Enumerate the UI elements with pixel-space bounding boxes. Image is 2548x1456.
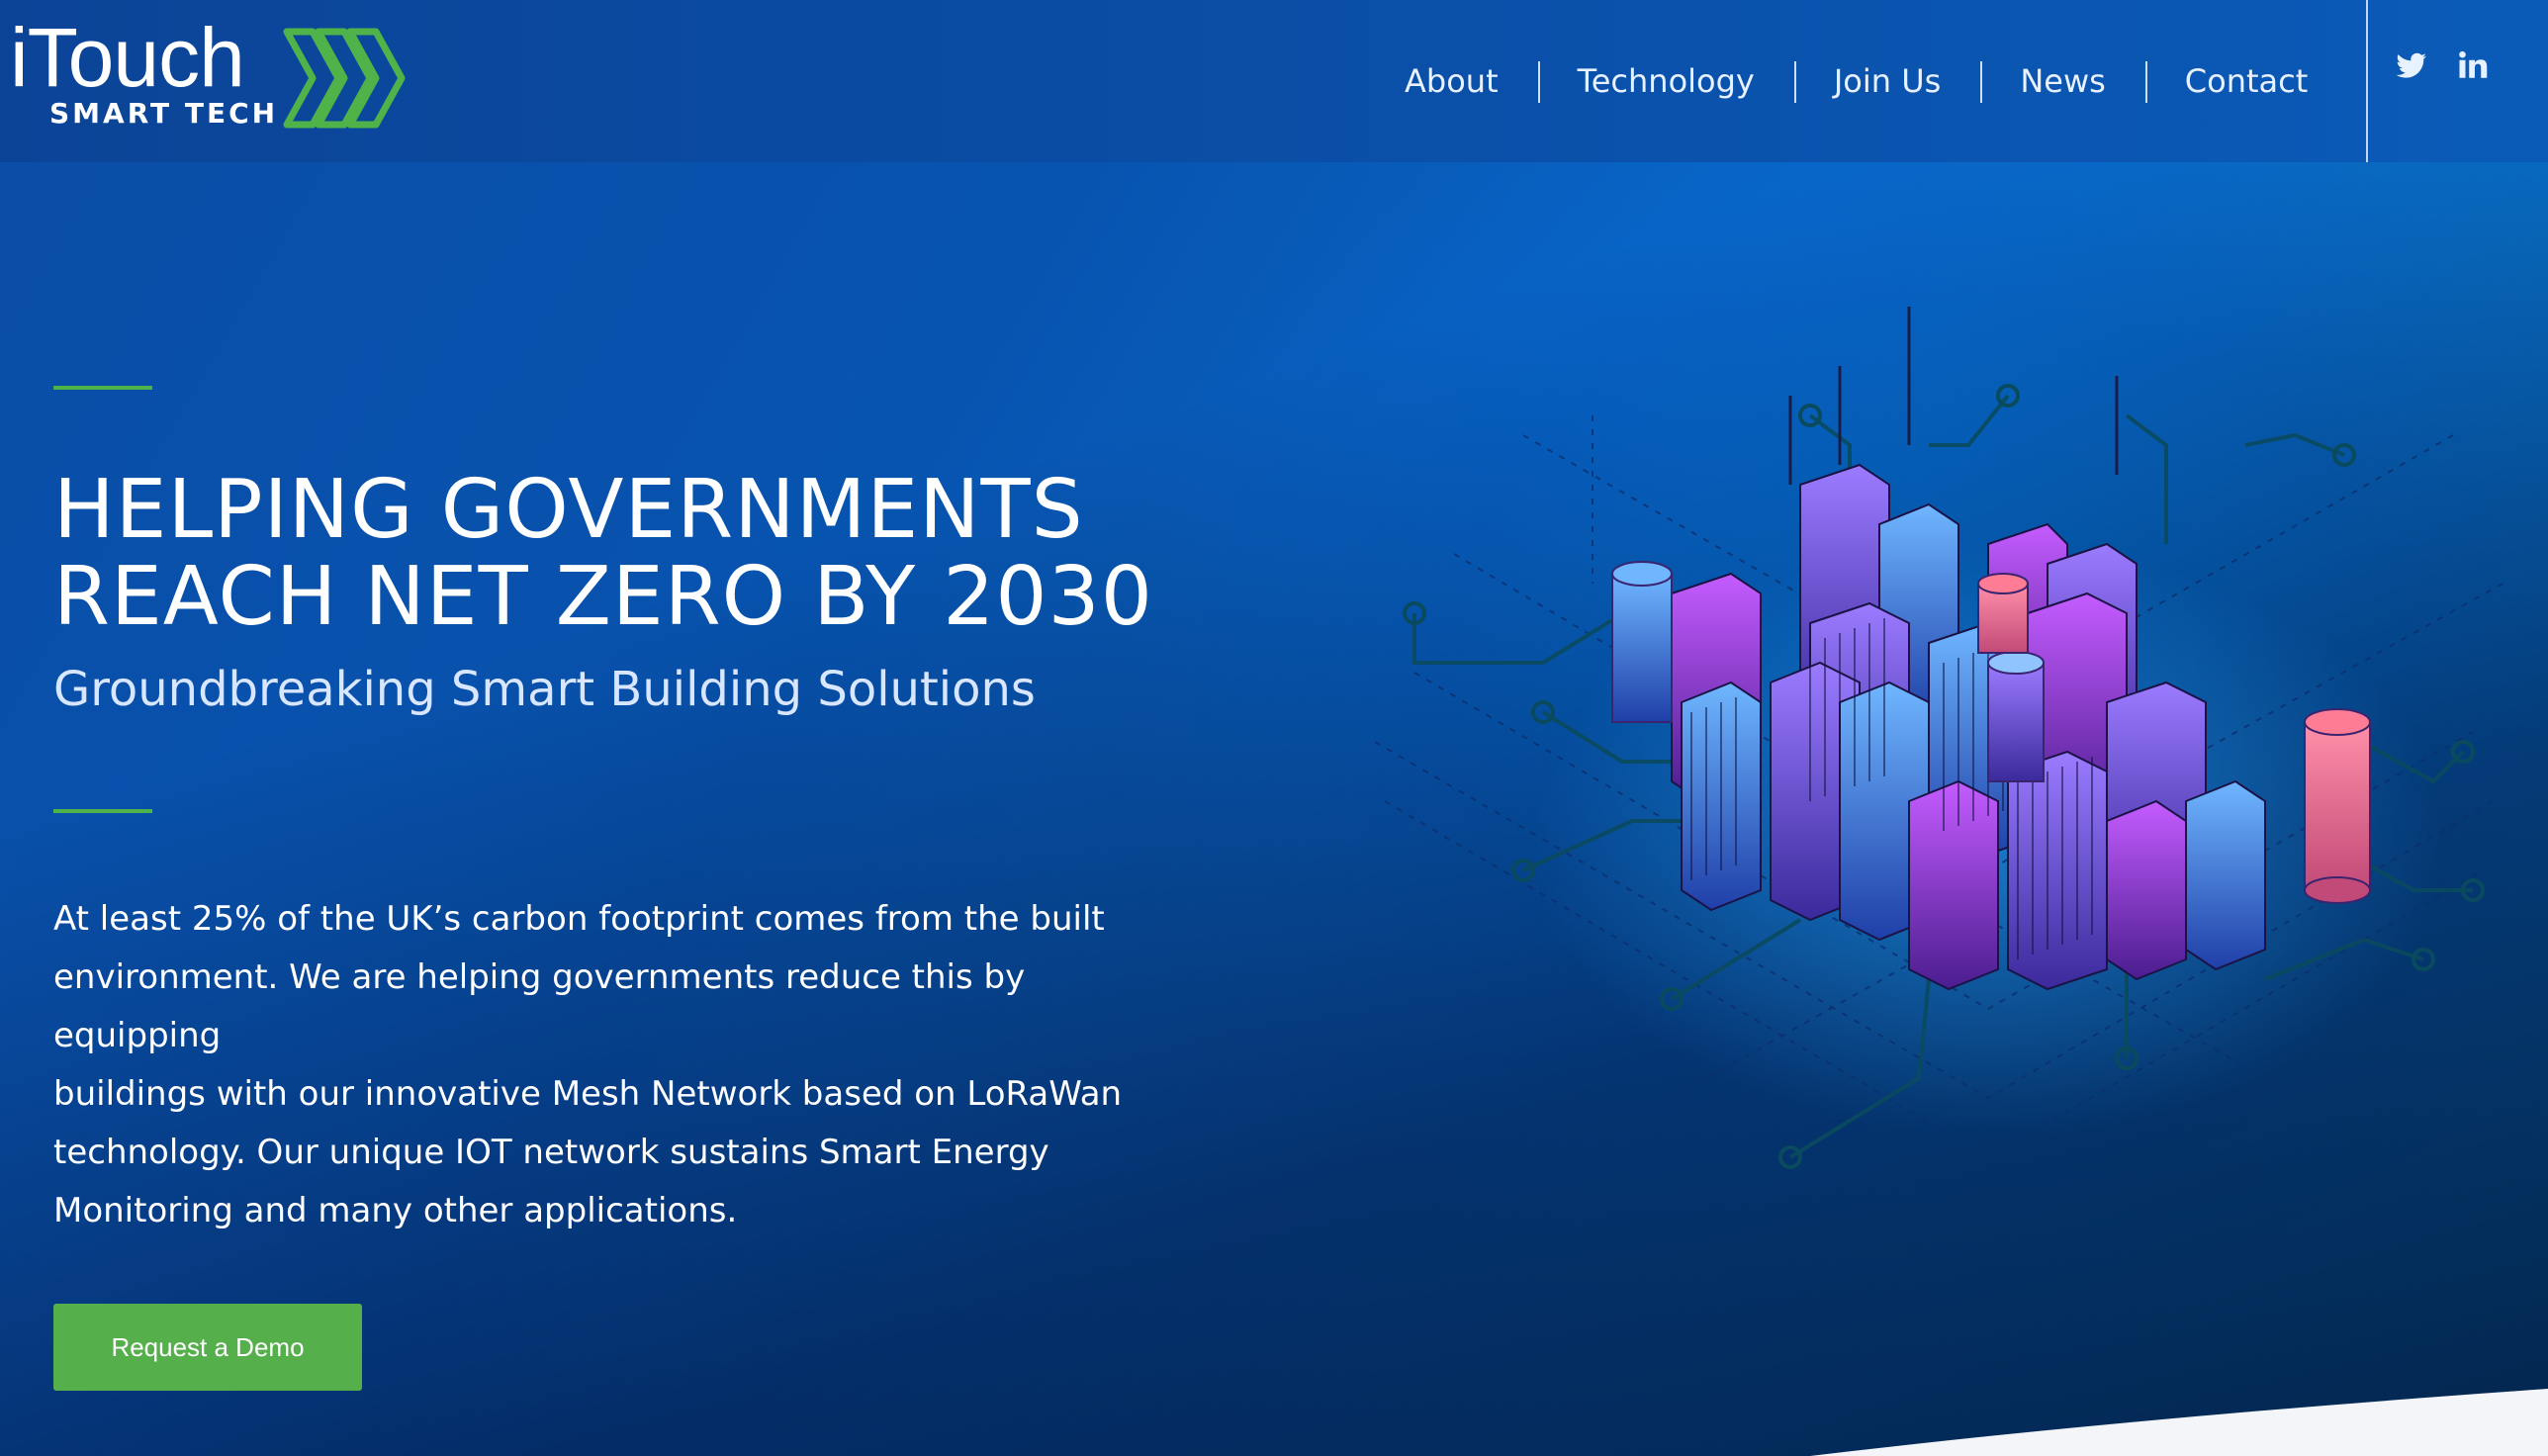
hero-title-line-2: REACH NET ZERO BY 2030 [53,550,1153,644]
isometric-smart-city-icon [1375,307,2502,1169]
linkedin-icon[interactable] [2455,47,2491,83]
brand-name: iTouch [10,11,245,104]
hero-description-line: environment. We are helping governments … [53,957,1026,1055]
hero-description: At least 25% of the UK’s carbon footprin… [53,890,1161,1240]
social-links [2394,47,2491,83]
hero-description-line: At least 25% of the UK’s carbon footprin… [53,899,1105,939]
nav-technology[interactable]: Technology [1537,61,1794,103]
header-divider [2366,0,2368,162]
brand-logo[interactable]: iTouch SMART TECH [10,16,406,135]
nav-join-us[interactable]: Join Us [1793,61,1980,103]
request-demo-button[interactable]: Request a Demo [53,1304,362,1391]
hero-subtitle: Groundbreaking Smart Building Solutions [53,662,1036,717]
nav-contact[interactable]: Contact [2144,61,2348,103]
chevrons-logo-icon [283,28,406,129]
hero-title: HELPING GOVERNMENTS REACH NET ZERO BY 20… [53,467,1240,641]
hero-description-line: Monitoring and many other applications. [53,1191,738,1230]
hero-title-line-1: HELPING GOVERNMENTS [53,463,1084,557]
main-nav: About Technology Join Us News Contact [1365,0,2347,162]
site-header: iTouch SMART TECH About Technology Join … [0,0,2548,162]
accent-line-top [53,386,152,390]
nav-news[interactable]: News [1980,61,2144,103]
hero-description-line: buildings with our innovative Mesh Netwo… [53,1074,1123,1114]
nav-about[interactable]: About [1365,61,1538,101]
accent-line-bottom [53,809,152,813]
twitter-icon[interactable] [2394,47,2429,83]
brand-tagline: SMART TECH [49,97,279,130]
hero-description-line: technology. Our unique IOT network susta… [53,1133,1049,1172]
page: iTouch SMART TECH About Technology Join … [0,0,2548,1456]
